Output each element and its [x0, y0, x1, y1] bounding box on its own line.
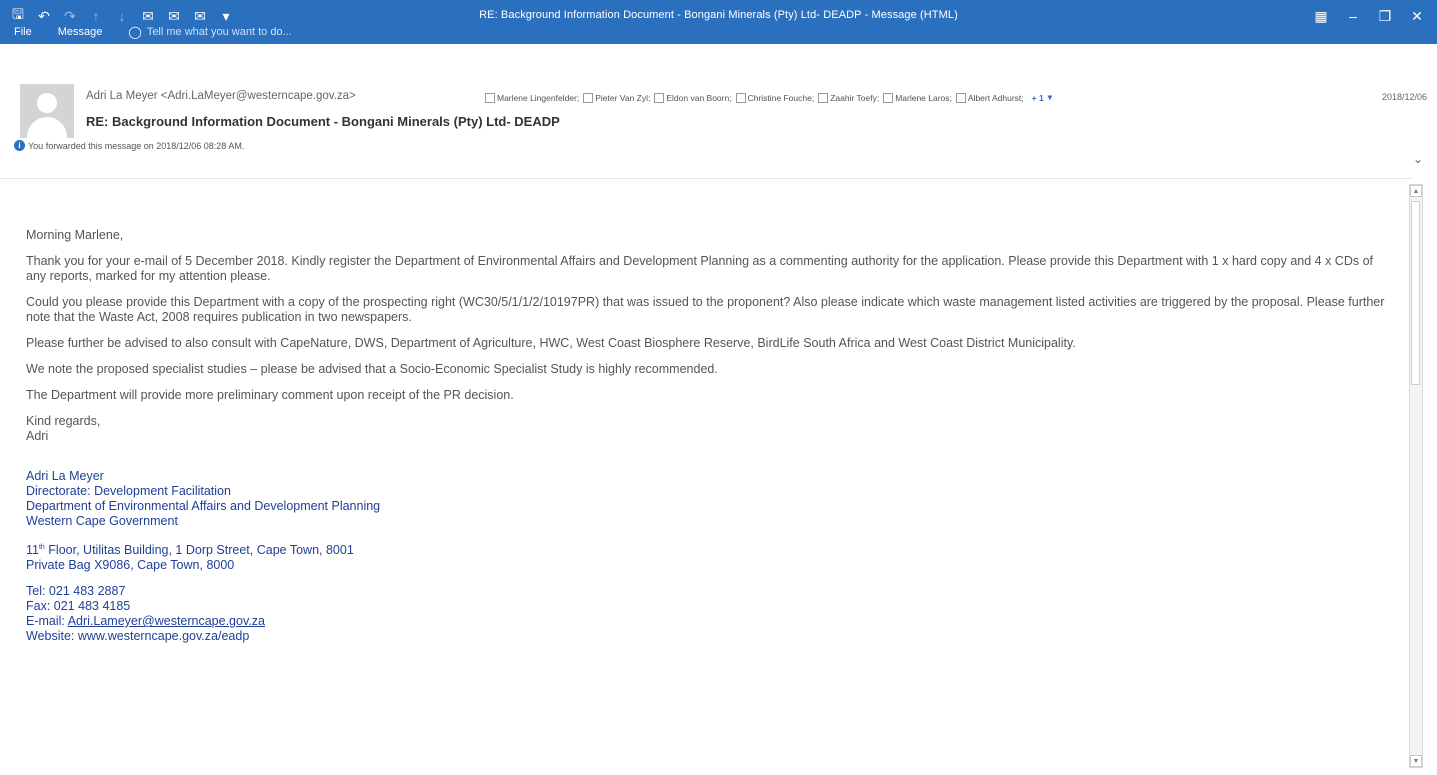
window-controls: ▦ – ❐ ✕ — [1301, 6, 1429, 26]
signature-email-link[interactable]: Adri.Lameyer@westerncape.gov.za — [68, 614, 265, 628]
message-date: 2018/12/06 — [1381, 92, 1427, 102]
signature-tel: Tel: 021 483 2887 — [26, 584, 126, 599]
body-paragraph: Please further be advised to also consul… — [26, 336, 1076, 350]
closing: Kind regards, Adri — [26, 414, 1396, 444]
signature-fax: Fax: 021 483 4185 — [26, 599, 131, 614]
body-paragraph: We note the proposed specialist studies … — [26, 362, 718, 376]
message-body: Morning Marlene, Thank you for your e-ma… — [26, 228, 1396, 655]
closing-text: Kind regards, — [26, 414, 101, 428]
signature-directorate: Directorate: Development Facilitation — [26, 484, 231, 498]
tab-message[interactable]: Message — [58, 26, 103, 38]
recipient[interactable]: Zaahir Toefy; — [818, 92, 879, 103]
recipient[interactable]: Marlene Laros; — [883, 92, 952, 103]
tab-file[interactable]: File — [14, 26, 32, 38]
avatar-head-shape — [37, 93, 57, 113]
greeting: Morning Marlene, — [26, 228, 124, 242]
scroll-up-arrow-icon[interactable]: ▲ — [1410, 185, 1422, 197]
presence-icon — [654, 92, 665, 103]
signature-department: Department of Environmental Affairs and … — [26, 499, 381, 513]
sender[interactable]: Adri La Meyer <Adri.LaMeyer@westerncape.… — [86, 90, 356, 102]
recipient[interactable]: Pieter Van Zyl; — [583, 92, 650, 103]
recipient[interactable]: Marlene Lingenfelder; — [485, 92, 579, 103]
signature-name: Adri La Meyer — [26, 469, 104, 483]
forwarded-info-text: You forwarded this message on 2018/12/06… — [28, 140, 245, 151]
info-icon: i — [14, 140, 25, 151]
lightbulb-icon: ◯ — [128, 25, 142, 39]
more-recipients-button[interactable]: + 1 — [1032, 93, 1044, 103]
presence-icon — [883, 92, 894, 103]
recipient[interactable]: Albert Adhurst; — [955, 92, 1024, 103]
avatar-body-shape — [27, 117, 67, 138]
recipients-list: Marlene Lingenfelder; Pieter Van Zyl; El… — [485, 92, 1052, 103]
presence-icon — [818, 92, 829, 103]
recipient[interactable]: Eldon van Boorn; — [654, 92, 732, 103]
body-paragraph: Thank you for your e-mail of 5 December … — [26, 254, 1373, 283]
window-title: RE: Background Information Document - Bo… — [479, 9, 958, 21]
close-icon[interactable]: ✕ — [1405, 6, 1429, 26]
scroll-down-arrow-icon[interactable]: ▼ — [1410, 755, 1422, 767]
signature-private-bag: Private Bag X9086, Cape Town, 8000 — [26, 558, 235, 573]
email-signature: Adri La Meyer Directorate: Development F… — [26, 469, 1396, 644]
ribbon-tabs: File Message ◯ Tell me what you want to … — [14, 25, 292, 39]
presence-icon — [735, 92, 746, 103]
tell-me-box[interactable]: ◯ Tell me what you want to do... — [128, 25, 291, 39]
presence-icon — [583, 92, 594, 103]
scroll-thumb[interactable] — [1411, 201, 1420, 385]
signature-website[interactable]: Website: www.westerncape.gov.za/eadp — [26, 629, 249, 643]
ribbon-display-options-icon[interactable]: ▦ — [1309, 6, 1333, 26]
signature-government: Western Cape Government — [26, 514, 178, 528]
signature-address: 11th Floor, Utilitas Building, 1 Dorp St… — [26, 543, 354, 558]
closing-name: Adri — [26, 429, 49, 443]
more-recipients-chevron-icon[interactable]: ▾ — [1048, 92, 1052, 103]
presence-icon — [955, 92, 966, 103]
expand-header-chevron-icon[interactable]: ⌄ — [1413, 152, 1423, 166]
title-bar: 🖫 ↶ ↷ ↑ ↓ ✉ ✉ ✉ ▾ RE: Background Informa… — [0, 0, 1437, 44]
message-subject: RE: Background Information Document - Bo… — [86, 114, 560, 129]
body-paragraph: Could you please provide this Department… — [26, 295, 1385, 324]
message-scrollbar[interactable]: ▲ ▼ — [1409, 184, 1423, 768]
presence-icon — [485, 92, 495, 103]
restore-icon[interactable]: ❐ — [1373, 6, 1397, 26]
recipient[interactable]: Christine Fouche; — [735, 92, 814, 103]
sender-avatar[interactable] — [20, 84, 74, 138]
body-paragraph: The Department will provide more prelimi… — [26, 388, 514, 402]
signature-email-label: E-mail: — [26, 614, 68, 629]
tell-me-text: Tell me what you want to do... — [146, 26, 292, 38]
forwarded-info-bar[interactable]: i You forwarded this message on 2018/12/… — [14, 140, 244, 151]
minimize-icon[interactable]: – — [1341, 6, 1365, 26]
